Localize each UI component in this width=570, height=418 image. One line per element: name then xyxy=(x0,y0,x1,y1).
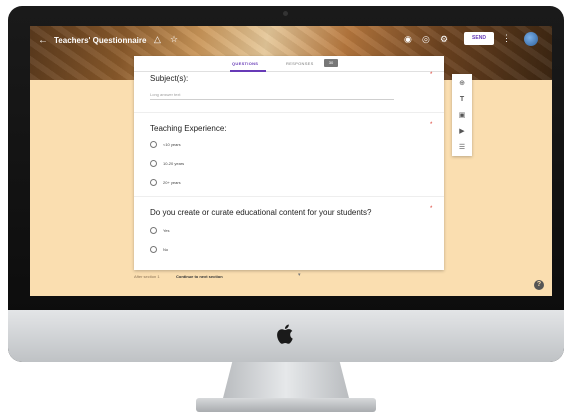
add-question-icon[interactable]: ⊕ xyxy=(457,78,467,88)
star-icon[interactable]: ☆ xyxy=(170,34,178,45)
radio-button[interactable] xyxy=(150,245,157,253)
option-label: 20+ years xyxy=(163,179,181,185)
radio-option[interactable]: No xyxy=(150,245,168,253)
short-answer-underline xyxy=(150,99,394,100)
add-video-icon[interactable]: ▶ xyxy=(457,126,467,136)
option-label: <10 years xyxy=(163,141,181,147)
add-title-icon[interactable]: T xyxy=(457,94,467,104)
after-section-label: After section 1 xyxy=(134,274,160,279)
eye-icon[interactable]: ◎ xyxy=(422,34,430,45)
palette-icon[interactable]: △ xyxy=(154,34,161,45)
question-title[interactable]: Do you create or curate educational cont… xyxy=(150,208,371,217)
form-title[interactable]: Teachers' Questionnaire xyxy=(54,36,146,45)
required-asterisk: * xyxy=(430,122,433,128)
monitor-stand-foot xyxy=(196,398,376,412)
question-title[interactable]: Subject(s): xyxy=(150,74,188,83)
tab-bar: QUESTIONS RESPONSES 30 xyxy=(134,56,444,72)
radio-option[interactable]: 20+ years xyxy=(150,178,181,186)
help-icon[interactable]: ? xyxy=(534,280,544,290)
camera-dot xyxy=(283,11,288,16)
gear-icon[interactable]: ⚙ xyxy=(440,34,448,45)
apple-logo-icon xyxy=(277,324,293,344)
add-image-icon[interactable]: ▣ xyxy=(457,110,467,120)
side-toolbar: ⊕ T ▣ ▶ ☰ xyxy=(452,74,472,156)
back-arrow-icon[interactable]: ← xyxy=(38,35,48,46)
add-section-icon[interactable]: ☰ xyxy=(457,142,467,152)
tab-underline xyxy=(230,70,266,72)
radio-option[interactable]: <10 years xyxy=(150,140,181,148)
screen: ← Teachers' Questionnaire △ ☆ ◉ ◎ ⚙ SEND… xyxy=(30,26,552,296)
tab-questions[interactable]: QUESTIONS xyxy=(232,61,258,66)
question-divider xyxy=(134,196,444,197)
color-palette-icon[interactable]: ◉ xyxy=(404,34,412,45)
radio-button[interactable] xyxy=(150,226,157,234)
radio-button[interactable] xyxy=(150,178,157,186)
radio-button[interactable] xyxy=(150,140,157,148)
tab-responses[interactable]: RESPONSES xyxy=(286,61,314,66)
option-label: No xyxy=(163,246,169,252)
responses-count-badge: 30 xyxy=(324,59,338,67)
option-label: 10-20 years xyxy=(163,160,185,166)
after-section-select[interactable]: Continue to next section xyxy=(176,274,223,279)
more-vert-icon[interactable]: ⋮ xyxy=(502,33,511,44)
required-asterisk: * xyxy=(430,206,433,212)
chevron-down-icon[interactable]: ▾ xyxy=(298,272,301,278)
stage: ← Teachers' Questionnaire △ ☆ ◉ ◎ ⚙ SEND… xyxy=(0,0,570,418)
send-button[interactable]: SEND xyxy=(464,32,494,45)
question-divider xyxy=(134,112,444,113)
required-asterisk: * xyxy=(430,72,433,78)
short-answer-placeholder: Long answer text xyxy=(150,92,181,97)
radio-option[interactable]: 10-20 years xyxy=(150,159,184,167)
monitor-stand xyxy=(222,362,350,402)
form-card: QUESTIONS RESPONSES 30 Subject(s): * Lon… xyxy=(134,56,444,270)
question-title[interactable]: Teaching Experience: xyxy=(150,124,227,133)
option-label: Yes xyxy=(163,227,170,233)
radio-option[interactable]: Yes xyxy=(150,226,170,234)
radio-button[interactable] xyxy=(150,159,157,167)
avatar[interactable] xyxy=(524,32,538,46)
